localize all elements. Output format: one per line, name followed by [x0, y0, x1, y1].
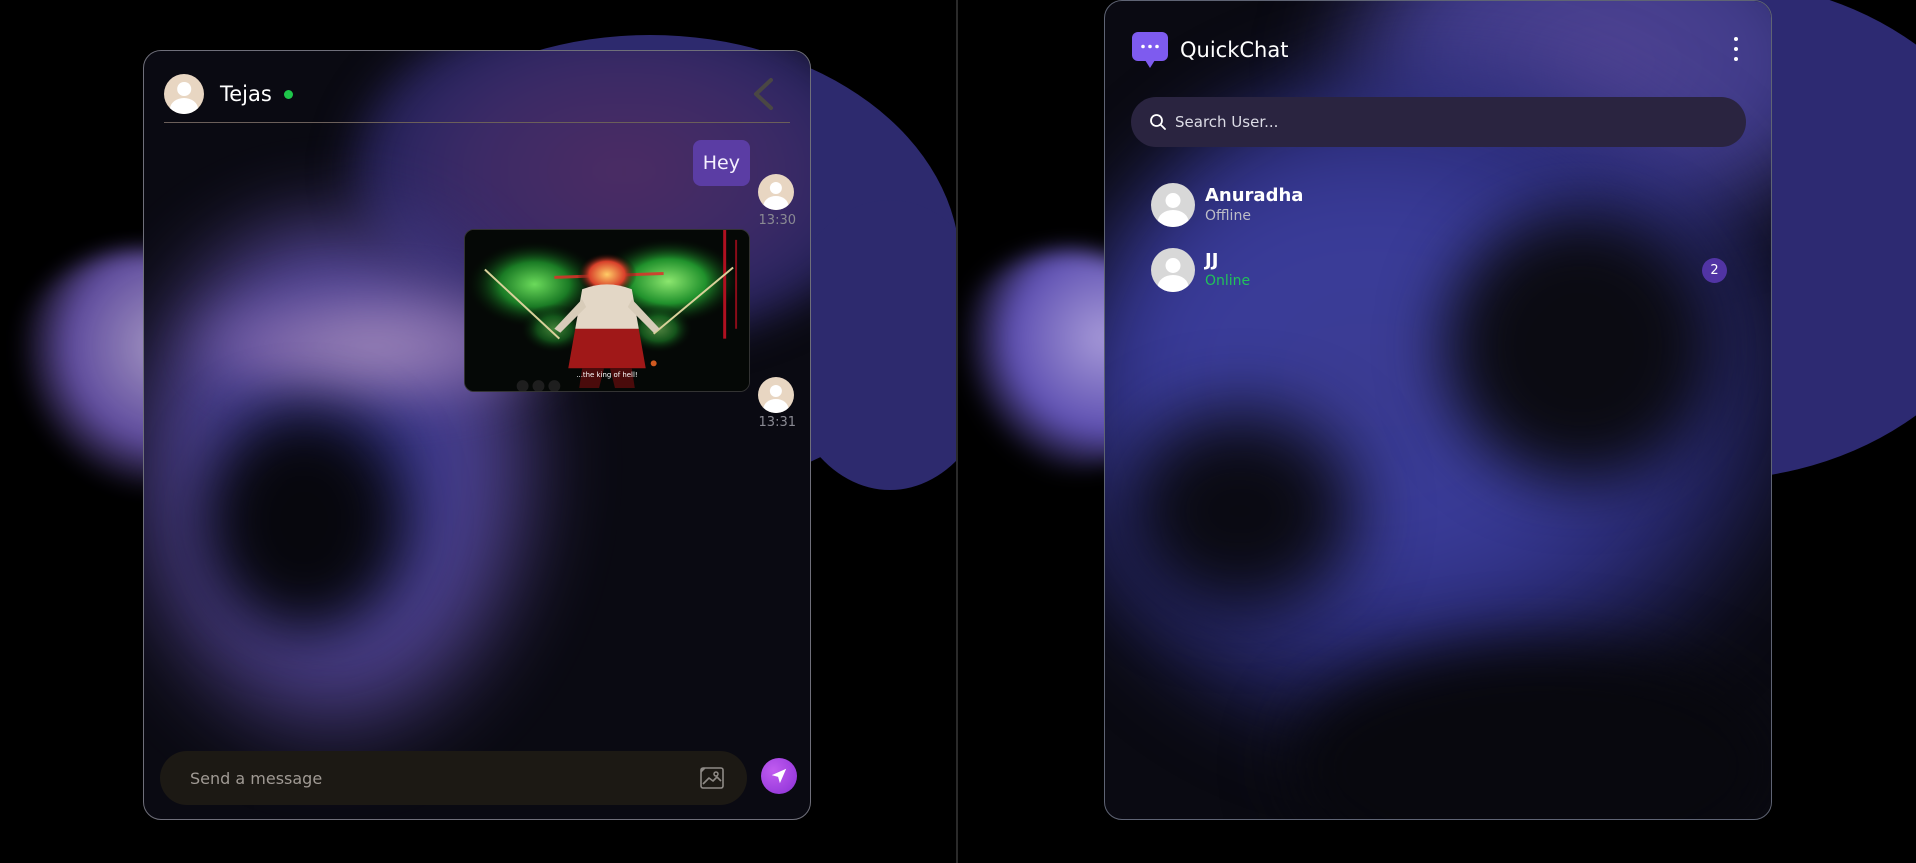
online-status-dot [283, 90, 293, 99]
chat-header: Tejas [164, 65, 790, 123]
user-status: Online [1205, 273, 1251, 289]
user-list-window: QuickChat Anuradha Offline JJ Online [1104, 0, 1772, 820]
message-image[interactable]: ...the king of hell! [464, 229, 750, 392]
chevron-left-icon [754, 78, 773, 110]
attach-image-button[interactable] [699, 765, 725, 791]
user-status: Offline [1205, 208, 1251, 224]
image-caption: ...the king of hell! [576, 371, 637, 379]
image-icon [700, 767, 724, 789]
chat-bubble-icon [1132, 32, 1168, 68]
chat-pane: Tejas Hey 13:30 ...the king of hell! 13:… [0, 0, 956, 863]
search-icon [1150, 114, 1166, 130]
more-menu-button[interactable] [1731, 37, 1741, 61]
contact-avatar[interactable] [164, 73, 204, 114]
background-shadow [1125, 411, 1355, 611]
user-avatar [1151, 248, 1195, 292]
unread-count-badge: 2 [1702, 258, 1727, 283]
message-input[interactable] [190, 768, 660, 788]
app-name: QuickChat [1180, 38, 1289, 62]
app-brand: QuickChat [1131, 31, 1288, 69]
search-bar [1131, 97, 1746, 147]
user-name: Anuradha [1205, 185, 1304, 206]
contact-name: Tejas [220, 81, 272, 106]
back-button[interactable] [746, 75, 780, 113]
search-input[interactable] [1175, 113, 1735, 131]
message-timestamp: 13:31 [758, 415, 796, 430]
send-icon [771, 768, 787, 784]
message-bubble[interactable]: Hey [692, 140, 750, 186]
sender-avatar [758, 377, 794, 413]
user-list-item[interactable]: Anuradha Offline [1151, 180, 1731, 230]
user-avatar [1151, 183, 1195, 227]
message-timestamp: 13:30 [758, 213, 796, 228]
message-composer [160, 751, 747, 805]
user-list-item[interactable]: JJ Online 2 [1151, 245, 1731, 295]
background-shadow [204, 411, 404, 631]
user-list-pane: QuickChat Anuradha Offline JJ Online [958, 0, 1916, 863]
sender-avatar [758, 174, 794, 210]
send-button[interactable] [761, 758, 797, 794]
user-name: JJ [1205, 250, 1219, 271]
more-vertical-icon [1734, 37, 1738, 41]
chat-window: Tejas Hey 13:30 ...the king of hell! 13:… [143, 50, 811, 820]
